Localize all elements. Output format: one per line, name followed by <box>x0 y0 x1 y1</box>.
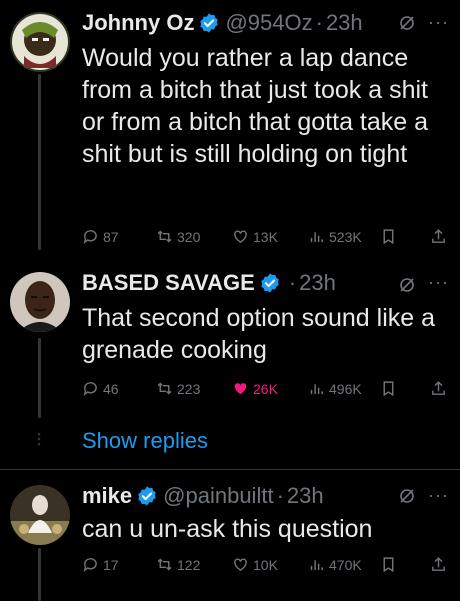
more-icon[interactable]: ··· <box>428 12 449 33</box>
verified-badge-icon <box>261 273 279 293</box>
thread-line <box>38 74 41 250</box>
reply-button[interactable]: 46 <box>82 380 119 397</box>
tweet-header: Johnny Oz @954Oz · 23h <box>82 10 363 36</box>
grok-icon[interactable] <box>398 487 416 505</box>
like-icon <box>234 558 247 572</box>
divider <box>0 469 460 470</box>
tweet-text: can u un-ask this question <box>82 515 373 543</box>
share-button[interactable] <box>430 380 447 397</box>
view-count: 523K <box>329 228 362 245</box>
views-button[interactable]: 523K <box>308 228 362 245</box>
verified-badge-icon <box>200 13 219 33</box>
like-count: 26K <box>253 380 278 397</box>
like-button[interactable]: 26K <box>232 380 278 397</box>
author-handle[interactable]: @painbuiltt <box>163 483 273 509</box>
like-icon <box>234 230 247 244</box>
like-icon <box>234 383 247 395</box>
retweet-count: 122 <box>177 556 201 573</box>
author-name[interactable]: Johnny Oz <box>82 10 194 36</box>
retweet-icon <box>157 230 172 243</box>
more-replies-dots-icon <box>37 432 41 446</box>
retweet-button[interactable]: 122 <box>156 556 200 573</box>
tweet-actions: 17 122 10K 470K <box>82 556 452 578</box>
share-button[interactable] <box>430 556 447 573</box>
tweet-actions: 87 320 13K 523K <box>82 228 452 250</box>
like-count: 13K <box>253 228 278 245</box>
retweet-button[interactable]: 223 <box>156 380 200 397</box>
tweet-header: BASED SAVAGE · 23h <box>82 270 336 296</box>
show-replies-link[interactable]: Show replies <box>82 428 208 454</box>
retweet-count: 320 <box>177 228 201 245</box>
views-button[interactable]: 470K <box>308 556 362 573</box>
views-button[interactable]: 496K <box>308 380 362 397</box>
more-icon[interactable]: ··· <box>428 272 449 293</box>
separator-dot: · <box>288 270 297 295</box>
views-icon <box>310 232 323 243</box>
tweet-text: Would you rather a lap dance from a bitc… <box>82 44 429 168</box>
share-icon <box>432 381 445 395</box>
timestamp[interactable]: 23h <box>287 483 324 509</box>
retweet-count: 223 <box>177 380 201 397</box>
view-count: 470K <box>329 556 362 573</box>
bookmark-icon <box>383 381 394 397</box>
author-name[interactable]: BASED SAVAGE <box>82 270 255 296</box>
timestamp[interactable]: 23h <box>299 270 336 296</box>
retweet-icon <box>157 558 172 571</box>
timestamp[interactable]: 23h <box>326 10 363 36</box>
bookmark-icon <box>383 229 394 245</box>
views-icon <box>310 384 323 395</box>
separator-dot: · <box>315 10 323 35</box>
reply-icon <box>83 558 97 572</box>
separator-dot: · <box>276 483 284 508</box>
share-icon <box>432 557 445 571</box>
grok-icon[interactable] <box>398 14 416 32</box>
reply-count: 46 <box>103 380 119 397</box>
tweet-text: That second option sound like a grenade … <box>82 304 436 364</box>
like-button[interactable]: 10K <box>232 556 278 573</box>
bookmark-button[interactable] <box>380 380 397 397</box>
more-icon[interactable]: ··· <box>428 485 449 506</box>
like-button[interactable]: 13K <box>232 228 278 245</box>
share-button[interactable] <box>430 228 447 245</box>
author-name[interactable]: mike <box>82 483 132 509</box>
tweet-header: mike @painbuiltt · 23h <box>82 483 324 509</box>
grok-icon[interactable] <box>398 276 416 294</box>
bookmark-button[interactable] <box>380 228 397 245</box>
share-icon <box>432 229 445 243</box>
retweet-icon <box>157 382 172 395</box>
tweet-actions: 46 223 26K 496K <box>82 380 452 402</box>
thread-line <box>38 338 41 418</box>
avatar[interactable] <box>10 12 70 72</box>
avatar[interactable] <box>10 485 70 545</box>
views-icon <box>310 560 323 571</box>
author-handle[interactable]: @954Oz <box>225 10 312 36</box>
reply-icon <box>83 382 97 396</box>
like-count: 10K <box>253 556 278 573</box>
thread-line <box>38 548 41 601</box>
reply-button[interactable]: 17 <box>82 556 119 573</box>
reply-count: 87 <box>103 228 119 245</box>
bookmark-button[interactable] <box>380 556 397 573</box>
verified-badge-icon <box>138 486 156 506</box>
reply-icon <box>83 230 97 244</box>
reply-count: 17 <box>103 556 119 573</box>
retweet-button[interactable]: 320 <box>156 228 200 245</box>
view-count: 496K <box>329 380 362 397</box>
reply-button[interactable]: 87 <box>82 228 119 245</box>
bookmark-icon <box>383 557 394 573</box>
avatar[interactable] <box>10 272 70 332</box>
